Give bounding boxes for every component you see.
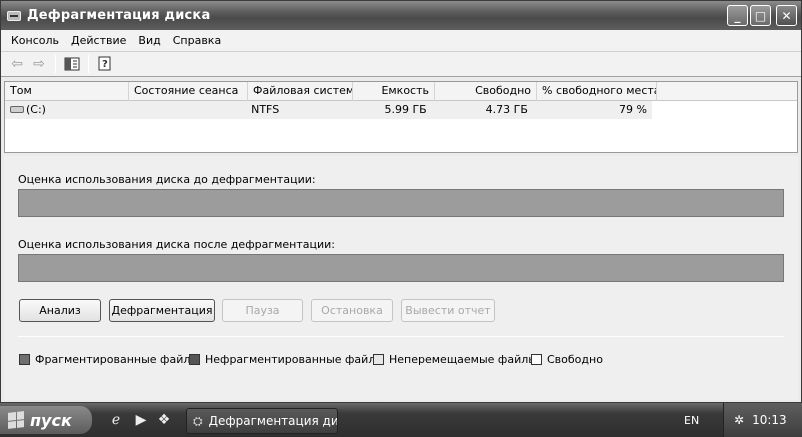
volume-name: (C:) — [26, 103, 46, 116]
title-bar[interactable]: Дефрагментация диска _ □ ✕ — [1, 1, 801, 30]
system-tray: ✲ 10:13 — [723, 403, 802, 437]
after-label: Оценка использования диска после дефрагм… — [18, 238, 336, 251]
back-arrow-icon[interactable]: ⇦ — [6, 54, 28, 74]
volume-list: Том Состояние сеанса Файловая система Ем… — [4, 81, 798, 153]
before-usage-bar — [18, 189, 784, 217]
analysis-pane: Оценка использования диска до дефрагмент… — [4, 156, 798, 400]
taskbar-task-defrag[interactable]: ⛭ Дефрагментация ди... — [186, 408, 338, 434]
close-button[interactable]: ✕ — [776, 5, 797, 26]
start-label: пуск — [30, 410, 72, 430]
menu-help[interactable]: Справка — [167, 34, 227, 47]
stop-button[interactable]: Остановка — [311, 299, 393, 322]
free-swatch — [531, 354, 542, 365]
disk-defrag-icon: ⛭ — [193, 414, 203, 428]
windows-logo-icon — [8, 411, 24, 429]
menu-action[interactable]: Действие — [65, 34, 132, 47]
column-file-system[interactable]: Файловая система — [248, 82, 353, 101]
defrag-window: Дефрагментация диска _ □ ✕ Консоль Дейст… — [0, 0, 802, 403]
quick-launch-app-icon[interactable]: ❖ — [155, 411, 173, 429]
toolbar-separator — [88, 55, 89, 73]
divider — [18, 336, 784, 337]
cell-file-system: NTFS — [251, 103, 280, 116]
menu-bar: Консоль Действие Вид Справка — [1, 30, 801, 52]
cell-free: 4.73 ГБ — [485, 103, 528, 116]
legend-contiguous: Нефрагментированные файлы — [189, 353, 384, 366]
taskbar: пуск ℯ ▶ ❖ ⛭ Дефрагментация ди... EN ✲ 1… — [0, 403, 802, 437]
defrag-button[interactable]: Дефрагментация — [109, 299, 215, 322]
svg-text:?: ? — [102, 59, 108, 70]
task-label: Дефрагментация ди... — [208, 414, 338, 428]
column-volume[interactable]: Том — [5, 82, 129, 101]
start-button[interactable]: пуск — [0, 406, 92, 434]
minimize-button[interactable]: _ — [727, 5, 748, 26]
media-player-icon[interactable]: ▶ — [132, 411, 150, 429]
column-session-status[interactable]: Состояние сеанса — [129, 82, 248, 101]
language-indicator[interactable]: EN — [684, 414, 699, 427]
legend-free: Свободно — [531, 353, 603, 366]
legend-unmovable: Неперемещаемые файлы — [373, 353, 537, 366]
before-label: Оценка использования диска до дефрагмент… — [18, 173, 316, 186]
maximize-button[interactable]: □ — [750, 5, 771, 26]
internet-explorer-icon[interactable]: ℯ — [107, 411, 125, 429]
window-title: Дефрагментация диска — [27, 8, 211, 23]
legend-label: Свободно — [547, 353, 603, 366]
clock[interactable]: 10:13 — [752, 413, 787, 427]
contiguous-swatch — [189, 354, 200, 365]
column-free-percent[interactable]: % свободного места — [537, 82, 657, 101]
tray-app-icon[interactable]: ✲ — [734, 413, 744, 427]
after-usage-bar — [18, 254, 784, 282]
disk-defrag-icon — [6, 8, 22, 24]
legend-label: Нефрагментированные файлы — [205, 353, 385, 366]
legend-label: Фрагментированные файлы — [35, 353, 200, 366]
hard-drive-icon — [10, 105, 24, 113]
legend-fragmented: Фрагментированные файлы — [19, 353, 199, 366]
report-button[interactable]: Вывести отчет — [401, 299, 495, 322]
analyze-button[interactable]: Анализ — [19, 299, 101, 322]
toolbar-separator — [55, 55, 56, 73]
list-header: Том Состояние сеанса Файловая система Ем… — [5, 82, 797, 101]
show-hide-tree-icon[interactable] — [61, 54, 83, 74]
menu-console[interactable]: Консоль — [5, 34, 65, 47]
fragmented-swatch — [19, 354, 30, 365]
unmovable-swatch — [373, 354, 384, 365]
cell-volume: (C:) — [5, 101, 128, 119]
column-capacity[interactable]: Емкость — [353, 82, 435, 101]
cell-free-percent: 79 % — [619, 103, 647, 116]
menu-view[interactable]: Вид — [132, 34, 166, 47]
table-row[interactable]: (C:) NTFS 5.99 ГБ 4.73 ГБ 79 % — [5, 101, 652, 119]
help-icon[interactable]: ? — [94, 54, 116, 74]
cell-capacity: 5.99 ГБ — [384, 103, 427, 116]
pause-button[interactable]: Пауза — [222, 299, 303, 322]
cell-status — [128, 101, 246, 119]
toolbar: ⇦ ⇨ ? — [1, 52, 801, 77]
forward-arrow-icon[interactable]: ⇨ — [28, 54, 50, 74]
legend-label: Неперемещаемые файлы — [389, 353, 537, 366]
column-free[interactable]: Свободно — [435, 82, 537, 101]
